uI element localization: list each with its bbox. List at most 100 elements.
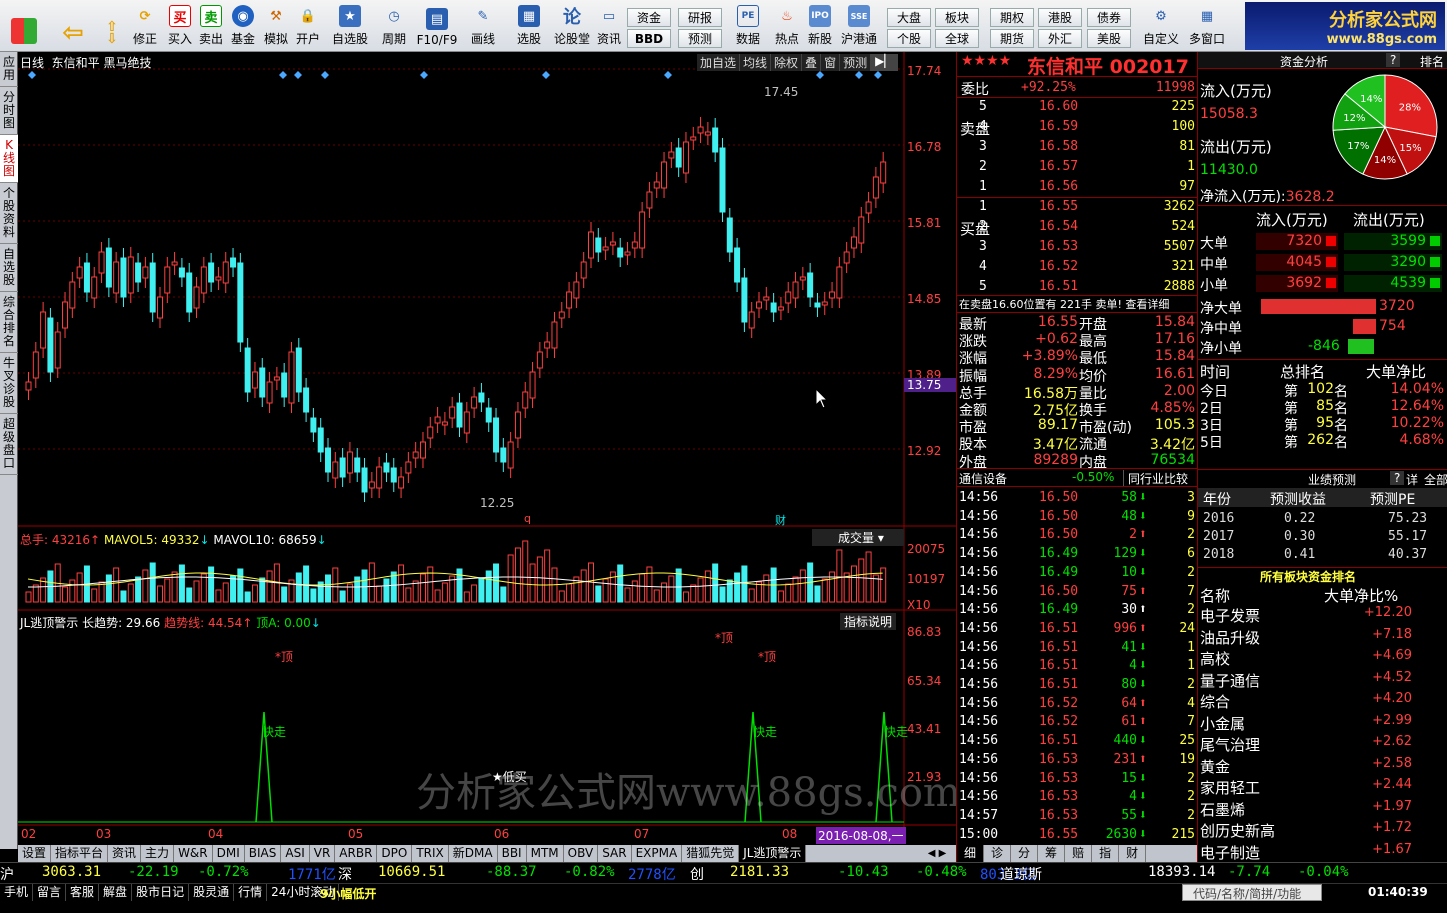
- search-input[interactable]: 代码/名称/简拼/功能: [1182, 884, 1322, 901]
- indicator-tab[interactable]: EXPMA: [632, 845, 683, 862]
- indicator-tab[interactable]: ARBR: [335, 845, 378, 862]
- toolbar-btn-open-account[interactable]: 🔒 开户: [293, 2, 323, 50]
- left-tab-apps[interactable]: 应用: [0, 52, 18, 87]
- indicator-tab[interactable]: MTM: [527, 845, 564, 862]
- quote-tab[interactable]: 筹: [1038, 845, 1066, 862]
- indicator-tab[interactable]: TRIX: [412, 845, 449, 862]
- kline-chart-panel[interactable]: 日线 东信和平 黑马绝技 加自选 均线 除权 叠 窗 预测 ▶▏ 17.74 1…: [18, 52, 961, 849]
- status-link[interactable]: 客服: [66, 884, 100, 901]
- left-tab-ranking[interactable]: 综合排名: [0, 292, 18, 353]
- indicator-tab[interactable]: 资讯: [108, 845, 142, 862]
- status-link[interactable]: 留言: [33, 884, 67, 901]
- toolbar-btn-screener[interactable]: ▦ 选股: [510, 2, 548, 50]
- buy-price[interactable]: 16.53: [1039, 239, 1078, 254]
- toolbar-btn-forum[interactable]: 论论股堂: [552, 2, 592, 50]
- overlay-button[interactable]: 叠: [802, 54, 822, 71]
- left-tab-diagnosis[interactable]: 牛叉诊股: [0, 353, 18, 414]
- toolbar-btn-fund[interactable]: ◉ 基金: [228, 2, 258, 50]
- toolbar-btn-f10[interactable]: ▤ F10/F9: [416, 2, 458, 50]
- toolbar-btn-multiwindow[interactable]: ▦ 多窗口: [1186, 2, 1228, 50]
- sector-row-name[interactable]: 家用轻工: [1200, 777, 1260, 798]
- indicator-tab[interactable]: BIAS: [245, 845, 282, 862]
- forecast-button[interactable]: 预测: [840, 54, 872, 71]
- fund-rank-tab[interactable]: 排名: [1420, 53, 1444, 70]
- sector-row-name[interactable]: 油品升级: [1200, 627, 1260, 648]
- forecast-detail-icon[interactable]: 详: [1406, 471, 1418, 488]
- toolbar-btn-hot[interactable]: ♨ 热点: [770, 2, 804, 50]
- indicator-help-button[interactable]: 指标说明: [840, 613, 897, 630]
- status-link[interactable]: 手机: [0, 884, 34, 901]
- window-button[interactable]: 窗: [821, 54, 841, 71]
- back-arrow-icon[interactable]: ⇦: [56, 2, 90, 50]
- toolbar-small-sector[interactable]: 板块: [935, 8, 979, 27]
- left-tab-kline[interactable]: K线图: [0, 135, 18, 183]
- toolbar-btn-simulate[interactable]: ⚒ 模拟: [261, 2, 291, 50]
- left-tab-orderbook[interactable]: 超级盘口: [0, 414, 18, 475]
- toolbar-btn-news[interactable]: ▭ 资讯: [594, 2, 624, 50]
- indicator-tab[interactable]: W&R: [174, 845, 213, 862]
- status-link[interactable]: 股灵通: [189, 884, 235, 901]
- toolbar-btn-buy[interactable]: 买买入: [166, 2, 194, 50]
- toolbar-small-forecast[interactable]: 预测: [678, 29, 722, 48]
- tab-scroll-arrows-icon[interactable]: ◀ ▶: [918, 846, 956, 862]
- toolbar-btn-sell[interactable]: 卖卖出: [197, 2, 225, 50]
- indicator-tab[interactable]: OBV: [564, 845, 599, 862]
- sector-row-name[interactable]: 创历史新高: [1200, 820, 1275, 841]
- indicator-tab[interactable]: 主力: [141, 845, 175, 862]
- sector-row-name[interactable]: 电子制造: [1200, 842, 1260, 863]
- toolbar-btn-watchlist[interactable]: ★ 自选股: [330, 2, 370, 50]
- quote-tab[interactable]: 分: [1011, 845, 1039, 862]
- toolbar-btn-data[interactable]: PE 数据: [730, 2, 766, 50]
- toolbar-small-global[interactable]: 全球: [935, 29, 979, 48]
- sell-price[interactable]: 16.56: [1039, 179, 1078, 194]
- indicator-tab[interactable]: SAR: [598, 845, 632, 862]
- sector-row-name[interactable]: 综合: [1200, 691, 1230, 712]
- status-link[interactable]: 股市日记: [132, 884, 190, 901]
- toolbar-small-stock[interactable]: 个股: [887, 29, 931, 48]
- toolbar-small-us[interactable]: 美股: [1087, 29, 1131, 48]
- sector-row-name[interactable]: 黄金: [1200, 756, 1230, 777]
- expand-icon[interactable]: ▶▏: [871, 54, 898, 71]
- sell-price[interactable]: 16.58: [1039, 139, 1078, 154]
- indicator-tab[interactable]: DMI: [213, 845, 245, 862]
- indicator-tab[interactable]: 指标平台: [51, 845, 109, 862]
- left-tab-profile[interactable]: 个股资料: [0, 183, 18, 244]
- exright-button[interactable]: 除权: [771, 54, 803, 71]
- order-notice[interactable]: 在卖盘16.60位置有 221手 卖单! 查看详细: [959, 296, 1169, 312]
- toolbar-small-hk[interactable]: 港股: [1038, 8, 1082, 27]
- toolbar-small-market[interactable]: 大盘: [887, 8, 931, 27]
- toolbar-small-capital[interactable]: 资金: [627, 8, 671, 27]
- toolbar-small-bonds[interactable]: 债券: [1087, 8, 1131, 27]
- indicator-tab[interactable]: 新DMA: [449, 845, 498, 862]
- buy-price[interactable]: 16.54: [1039, 219, 1078, 234]
- windows-logo-icon[interactable]: [6, 2, 42, 50]
- industry-compare-button[interactable]: 同行业比较: [1123, 470, 1188, 487]
- sector-row-name[interactable]: 量子通信: [1200, 670, 1260, 691]
- quote-tab[interactable]: 财: [1119, 845, 1147, 862]
- news-ticker[interactable]: 9小幅低开: [320, 885, 376, 902]
- sell-price[interactable]: 16.60: [1039, 99, 1078, 114]
- sell-price[interactable]: 16.57: [1039, 159, 1078, 174]
- indicator-tab[interactable]: 猎狐先觉: [682, 845, 740, 862]
- toolbar-btn-draw[interactable]: ✎ 画线: [466, 2, 500, 50]
- forecast-all-link[interactable]: 全部: [1424, 471, 1447, 488]
- status-link[interactable]: 行情: [234, 884, 268, 901]
- toolbar-btn-period[interactable]: ◷ 周期: [376, 2, 412, 50]
- buy-price[interactable]: 16.51: [1039, 279, 1078, 294]
- toolbar-small-futures[interactable]: 期货: [990, 29, 1034, 48]
- volume-indicator-select[interactable]: 成交量 ▾: [812, 529, 904, 546]
- fund-help-button[interactable]: ?: [1386, 53, 1401, 67]
- event-marker[interactable]: 财: [775, 512, 786, 528]
- status-link[interactable]: 解盘: [99, 884, 133, 901]
- toolbar-btn-hk-connect[interactable]: SSE 沪港通: [838, 2, 880, 50]
- sector-head-ratio[interactable]: 大单净比%: [1324, 585, 1398, 606]
- forecast-help-button[interactable]: ?: [1390, 471, 1405, 485]
- indicator-tab[interactable]: BBI: [498, 845, 527, 862]
- sector-row-name[interactable]: 尾气治理: [1200, 734, 1260, 755]
- toolbar-small-report[interactable]: 研报: [678, 8, 722, 27]
- kline-canvas[interactable]: [18, 52, 956, 849]
- buy-price[interactable]: 16.52: [1039, 259, 1078, 274]
- left-tab-watchlist[interactable]: 自选股: [0, 244, 18, 292]
- indicator-tab[interactable]: 设置: [18, 845, 52, 862]
- quote-tab[interactable]: 细: [957, 845, 985, 862]
